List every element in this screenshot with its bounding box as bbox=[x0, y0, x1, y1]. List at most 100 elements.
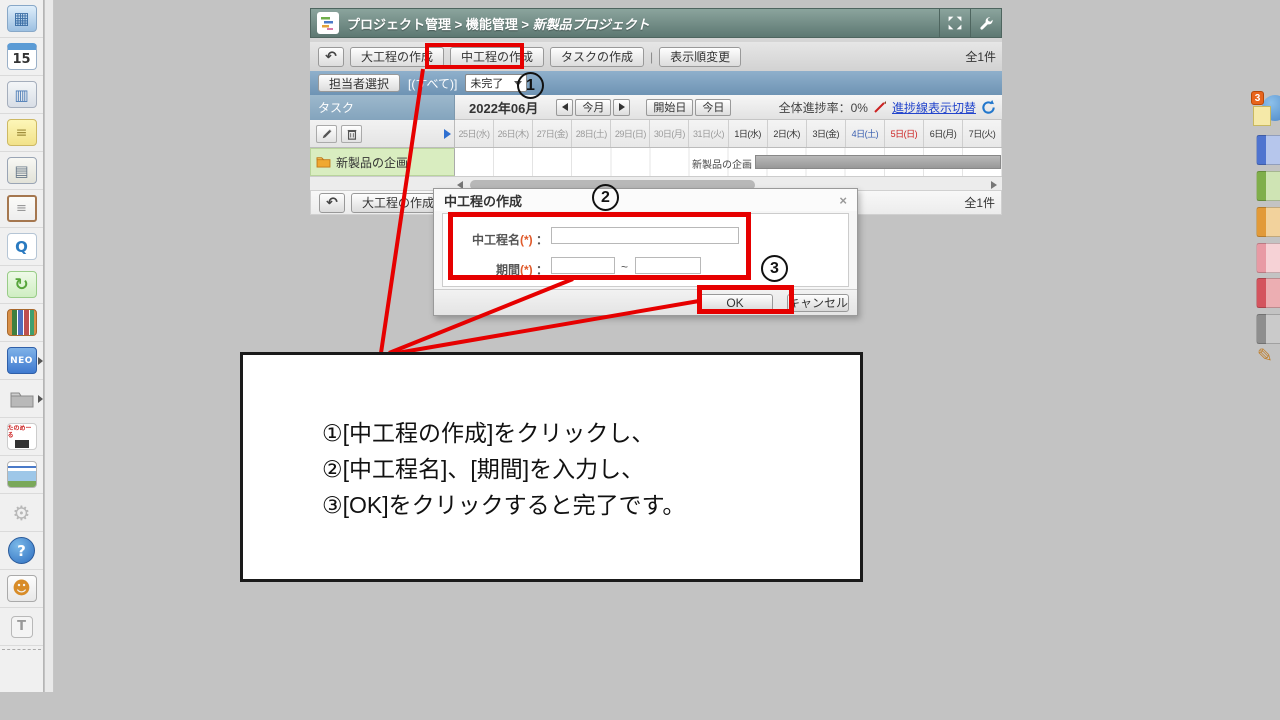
side-tab-orange[interactable] bbox=[1256, 207, 1280, 237]
create-large-process-button[interactable]: 大工程の作成 bbox=[350, 46, 445, 67]
sidebar-item-schedule[interactable]: 15 bbox=[0, 38, 43, 76]
sidebar-item-todo[interactable]: ≡ bbox=[0, 190, 43, 228]
start-date-button[interactable]: 開始日 bbox=[646, 98, 694, 116]
cabinet-icon bbox=[6, 309, 37, 336]
portal-icon: ▦ bbox=[6, 5, 37, 32]
instruction-line: ①[中工程の作成]をクリックし、 bbox=[322, 420, 655, 446]
edit-pencil-icon[interactable] bbox=[316, 124, 337, 143]
sidebar-item-neo[interactable]: NEO bbox=[0, 342, 43, 380]
dialog-title-bar: 中工程の作成 × bbox=[434, 189, 857, 211]
side-tab-green[interactable] bbox=[1256, 171, 1280, 201]
close-icon[interactable]: × bbox=[839, 193, 847, 208]
overall-progress-label: 全体進捗率：0% bbox=[778, 100, 868, 115]
sidebar-item-ad-banner[interactable] bbox=[0, 456, 43, 494]
breadcrumb: プロジェクト管理 > 機能管理 > 新製品プロジェクト bbox=[347, 14, 939, 33]
date-cell: 28日(土) bbox=[572, 120, 612, 147]
this-month-button[interactable]: 今月 bbox=[575, 98, 612, 116]
period-start-input[interactable] bbox=[551, 257, 615, 274]
maximize-icon[interactable] bbox=[939, 9, 970, 37]
prev-month-button[interactable] bbox=[556, 98, 574, 116]
ok-button[interactable]: OK bbox=[697, 293, 773, 312]
filter-bar: 担当者選択 [(すべて)] 未完了 bbox=[310, 71, 1002, 95]
flyout-arrow-icon bbox=[38, 356, 43, 365]
back-button[interactable]: ↶ bbox=[318, 46, 344, 67]
date-cell: 26日(木) bbox=[494, 120, 534, 147]
assignee-select-button[interactable]: 担当者選択 bbox=[318, 74, 401, 92]
create-task-button[interactable]: タスクの作成 bbox=[550, 46, 645, 67]
sidebar-item-settings[interactable]: ⚙ bbox=[0, 494, 43, 532]
status-filter-value: 未完了 bbox=[470, 78, 504, 90]
sidebar-item-cabinet[interactable] bbox=[0, 304, 43, 342]
settings-wrench-icon[interactable] bbox=[970, 9, 1001, 37]
sidebar-item-memo[interactable]: ≡ bbox=[0, 114, 43, 152]
scroll-right-arrow[interactable] bbox=[991, 181, 997, 189]
task-name: 新製品の企画 bbox=[336, 155, 409, 170]
period-end-input[interactable] bbox=[635, 257, 701, 274]
sidebar-rail bbox=[45, 0, 54, 692]
date-cell: 3日(金) bbox=[806, 120, 846, 147]
pencil-icon[interactable]: ✎ bbox=[1257, 345, 1273, 367]
create-large-process-button[interactable]: 大工程の作成 bbox=[351, 192, 446, 213]
progress-area: 全体進捗率：0% 進捗線表示切替 bbox=[779, 99, 996, 116]
side-tab-blue[interactable] bbox=[1256, 135, 1280, 165]
dialog-footer: OK キャンセル bbox=[434, 289, 857, 315]
cancel-button[interactable]: キャンセル bbox=[787, 293, 849, 312]
expand-column-arrow[interactable] bbox=[444, 128, 451, 139]
instruction-note-box: ①[中工程の作成]をクリックし、 ②[中工程名]、[期間]を入力し、 ③[OK]… bbox=[240, 352, 863, 582]
tilde-separator: ~ bbox=[621, 260, 629, 274]
mid-process-name-input[interactable] bbox=[551, 227, 739, 244]
notification-icon[interactable]: 3 bbox=[1251, 91, 1280, 127]
sidebar-item-webmeeting[interactable]: ▥ bbox=[0, 76, 43, 114]
change-display-order-button[interactable]: 表示順変更 bbox=[659, 46, 742, 67]
date-cell: 4日(土) bbox=[845, 120, 885, 147]
left-triangle-icon bbox=[561, 103, 568, 111]
refresh-icon[interactable] bbox=[981, 99, 996, 115]
right-triangle-icon bbox=[618, 103, 625, 111]
gantt-bar[interactable] bbox=[755, 155, 1001, 169]
sidebar-item-bulletin-board[interactable]: ▤ bbox=[0, 152, 43, 190]
next-month-button[interactable] bbox=[613, 98, 631, 116]
task-row[interactable]: 新製品の企画 新製品の企画 bbox=[310, 148, 1002, 176]
flyout-arrow-icon bbox=[38, 394, 43, 403]
mid-process-name-label: 中工程名(*) ： bbox=[471, 233, 548, 247]
delete-trash-icon[interactable] bbox=[341, 124, 362, 143]
total-count: 全1件 bbox=[965, 50, 996, 64]
workflow-icon: ↻ bbox=[6, 271, 37, 298]
memo-icon: ≡ bbox=[6, 119, 37, 146]
notification-badge: 3 bbox=[1251, 91, 1264, 105]
side-tab-red[interactable] bbox=[1256, 278, 1280, 308]
neo-app-icon: NEO bbox=[6, 347, 37, 374]
sidebar-item-document-search[interactable]: Q bbox=[0, 228, 43, 266]
sidebar-item-portal[interactable]: ▦ bbox=[0, 0, 43, 38]
task-name-cell[interactable]: 新製品の企画 bbox=[310, 148, 455, 176]
date-cell: 30日(月) bbox=[650, 120, 690, 147]
sidebar-item-tanomail[interactable]: たのめーる bbox=[0, 418, 43, 456]
today-button[interactable]: 今日 bbox=[695, 98, 732, 116]
side-tab-pink[interactable] bbox=[1256, 243, 1280, 273]
date-cell: 2日(木) bbox=[767, 120, 807, 147]
back-button[interactable]: ↶ bbox=[319, 192, 345, 213]
create-mid-process-dialog: 中工程の作成 × 中工程名(*) ： 期間(*) ： ~ OK キャンセル bbox=[433, 188, 858, 316]
instruction-line: ②[中工程名]、[期間]を入力し、 bbox=[322, 456, 645, 482]
sidebar-item-help[interactable]: ? bbox=[0, 532, 43, 570]
current-month-label: 2022年06月 bbox=[469, 100, 539, 116]
sidebar-item-support[interactable]: ☻ bbox=[0, 570, 43, 608]
create-mid-process-button[interactable]: 中工程の作成 bbox=[450, 46, 545, 67]
sidebar-item-folder[interactable] bbox=[0, 380, 43, 418]
operator-icon: ☻ bbox=[6, 575, 37, 602]
date-cell: 5日(日) bbox=[884, 120, 924, 147]
gantt-app-icon bbox=[317, 12, 339, 34]
gear-icon: ⚙ bbox=[12, 500, 31, 525]
gantt-toolbar: ↶ 大工程の作成 中工程の作成 タスクの作成 | 表示順変更 全1件 bbox=[310, 42, 1002, 71]
undo-arrow-icon: ↶ bbox=[326, 194, 338, 211]
date-cell: 31日(火) bbox=[689, 120, 729, 147]
side-tab-gray[interactable] bbox=[1256, 314, 1280, 344]
calendar-icon: 15 bbox=[6, 43, 37, 70]
progress-line-toggle-link[interactable]: 進捗線表示切替 bbox=[892, 99, 976, 116]
sidebar-item-workflow[interactable]: ↻ bbox=[0, 266, 43, 304]
gantt-month-header: 2022年06月 今月 開始日 今日 全体進捗率：0% 進捗線表示切替 bbox=[455, 95, 1002, 120]
help-icon: ? bbox=[8, 537, 35, 564]
gantt-header-row: タスク 2022年06月 今月 開始日 今日 全体進捗率：0% 進捗線表示切替 bbox=[310, 95, 1002, 120]
sidebar-item-text-tool[interactable]: T bbox=[0, 608, 43, 646]
date-cell: 7日(火) bbox=[963, 120, 1003, 147]
